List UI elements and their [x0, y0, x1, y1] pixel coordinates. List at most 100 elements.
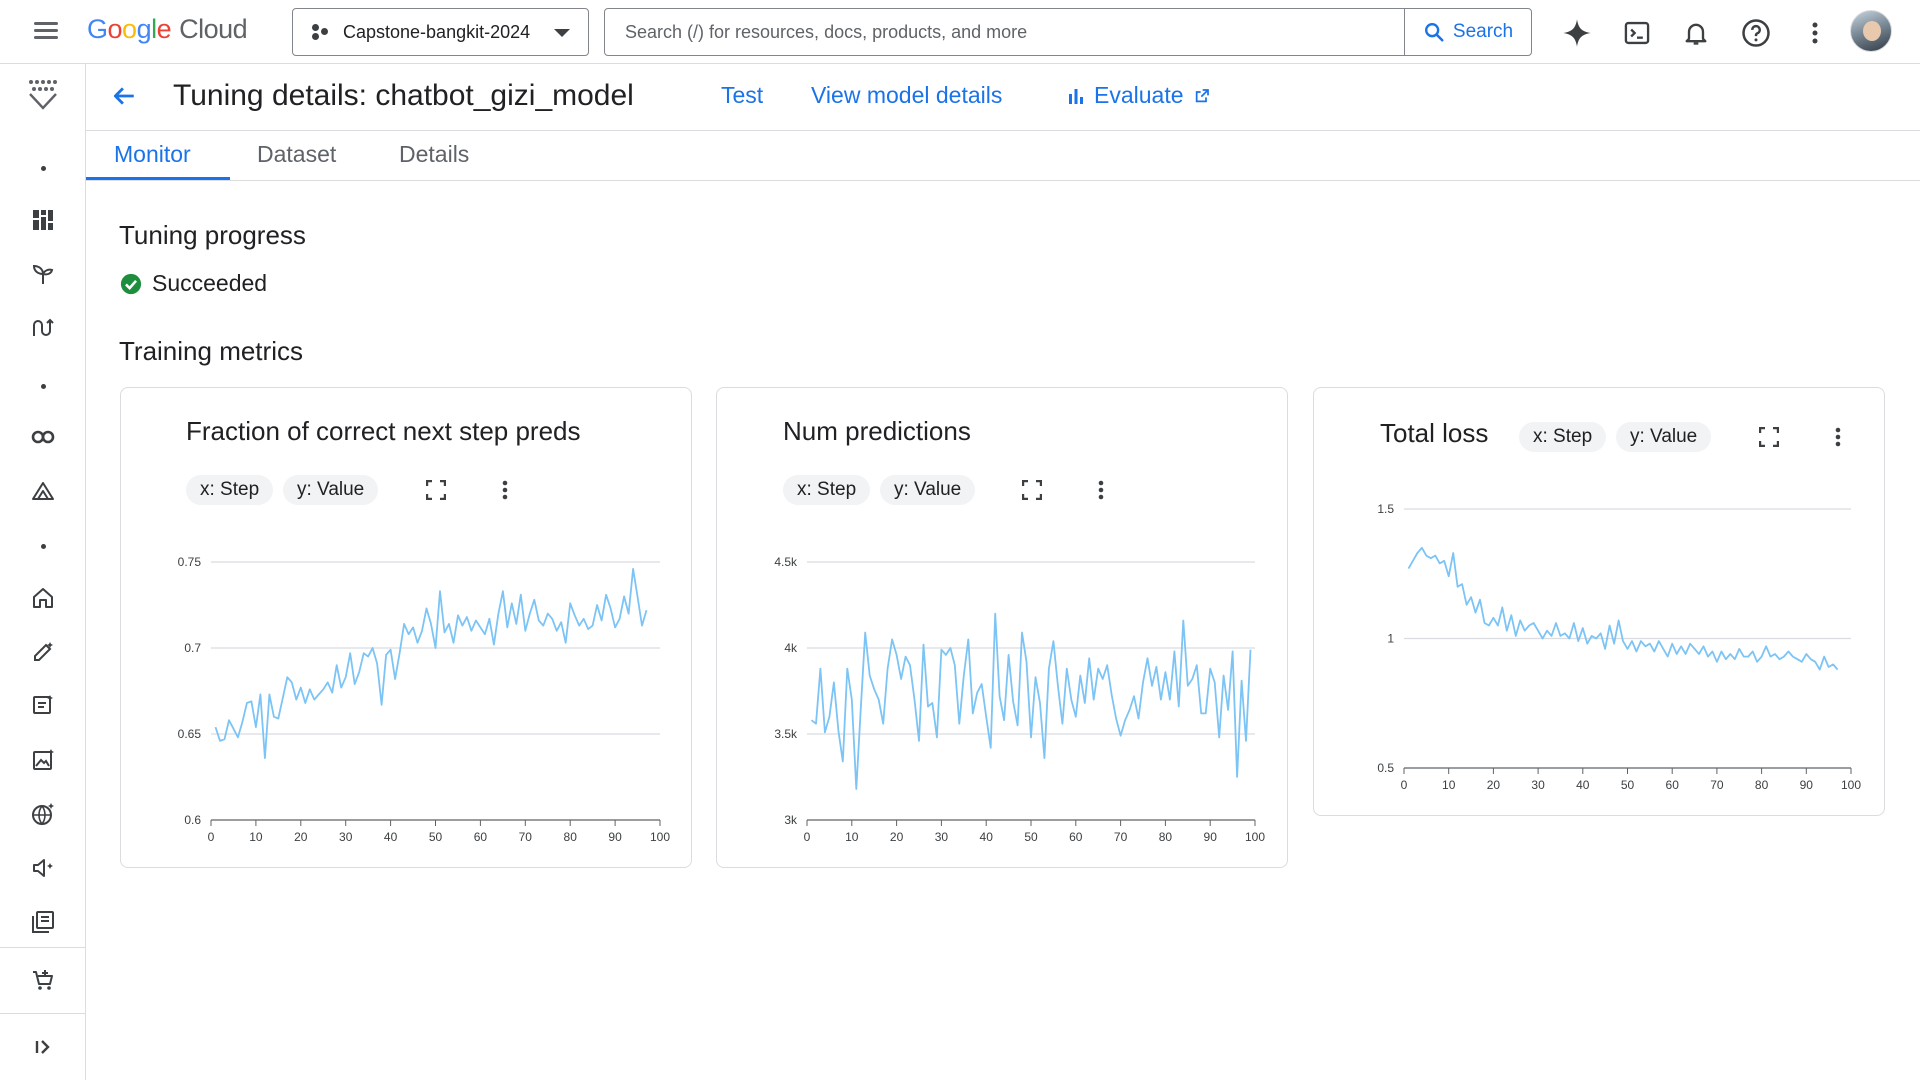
y-tick-label: 3.5k — [774, 727, 798, 741]
series-line — [1407, 546, 1839, 671]
rail-dot — [41, 544, 46, 549]
expand-rail-icon[interactable] — [24, 1028, 62, 1066]
speech-icon[interactable] — [24, 849, 62, 887]
top-bar: Google Cloud Capstone-bangkit-2024 Search — [0, 0, 1920, 64]
tab-details[interactable]: Details — [399, 141, 469, 181]
x-tick-label: 70 — [1710, 778, 1724, 792]
logo-letter: G — [87, 14, 108, 44]
x-tick-label: 0 — [1401, 778, 1408, 792]
model-garden-icon[interactable] — [24, 255, 62, 293]
main-menu-icon[interactable] — [28, 18, 64, 46]
bar-chart-icon — [1069, 88, 1083, 104]
x-tick-label: 30 — [1531, 778, 1545, 792]
x-tick-label: 10 — [845, 830, 859, 844]
header-divider — [86, 130, 1920, 131]
project-name: Capstone-bangkit-2024 — [343, 21, 531, 42]
x-tick-label: 40 — [1576, 778, 1590, 792]
x-tick-label: 80 — [1159, 830, 1173, 844]
help-icon[interactable] — [1736, 13, 1776, 53]
x-tick-label: 20 — [294, 830, 308, 844]
x-tick-label: 40 — [384, 830, 398, 844]
x-tick-label: 20 — [1487, 778, 1501, 792]
status-text: Succeeded — [152, 270, 268, 296]
evaluate-link[interactable]: Evaluate — [1068, 82, 1210, 109]
more-vert-icon[interactable] — [1795, 13, 1835, 53]
x-tick-label: 60 — [474, 830, 488, 844]
gemini-sparkle-icon[interactable] — [1557, 13, 1597, 53]
tabs-divider — [86, 180, 1920, 181]
search-button[interactable]: Search — [1404, 9, 1531, 55]
open-in-new-icon — [1195, 88, 1209, 102]
left-navigation-rail — [0, 64, 86, 1080]
y-tick-label: 1 — [1387, 632, 1394, 646]
x-tick-label: 100 — [1841, 778, 1861, 792]
logo-letter: o — [107, 14, 123, 44]
pipelines-icon[interactable] — [24, 309, 62, 347]
rail-dot — [41, 166, 46, 171]
search-input[interactable] — [605, 9, 1404, 55]
logo-cloud-text: Cloud — [179, 14, 248, 44]
cloud-shell-icon[interactable] — [1617, 13, 1657, 53]
x-tick-label: 70 — [519, 830, 533, 844]
rail-divider — [0, 1013, 86, 1014]
chart-card-num-predictions: Num predictions x: Step y: Value 3k 3.5k 4… — [716, 387, 1288, 868]
logo-letter: e — [156, 14, 172, 44]
prompt-design-icon[interactable] — [24, 633, 62, 671]
series-line — [810, 612, 1252, 790]
x-tick-label: 60 — [1069, 830, 1083, 844]
chart-card-correct-preds: Fraction of correct next step preds x: S… — [120, 387, 692, 868]
x-tick-label: 80 — [564, 830, 578, 844]
x-tick-label: 0 — [804, 830, 811, 844]
x-tick-label: 50 — [1024, 830, 1038, 844]
google-cloud-logo[interactable]: Google Cloud — [87, 14, 248, 45]
marketplace-cart-icon[interactable] — [24, 961, 62, 999]
series-line — [214, 567, 648, 760]
translation-globe-icon[interactable] — [24, 795, 62, 833]
vision-image-icon[interactable] — [24, 741, 62, 779]
x-tick-label: 30 — [339, 830, 353, 844]
y-tick-label: 0.65 — [178, 727, 202, 741]
user-avatar[interactable] — [1850, 10, 1892, 52]
evaluate-label: Evaluate — [1094, 82, 1184, 108]
tab-monitor[interactable]: Monitor — [114, 141, 191, 181]
chart-card-total-loss: Total loss x: Step y: Value 0.5 1 1.5 0 10 20… — [1313, 387, 1885, 816]
chevron-down-icon — [554, 29, 570, 37]
test-link[interactable]: Test — [721, 82, 763, 109]
search-icon — [1424, 23, 1444, 42]
notifications-bell-icon[interactable] — [1676, 13, 1716, 53]
view-model-details-link[interactable]: View model details — [811, 82, 1002, 109]
home-icon[interactable] — [24, 579, 62, 617]
tab-dataset[interactable]: Dataset — [257, 141, 336, 181]
page-title: Tuning details: chatbot_gizi_model — [173, 79, 634, 112]
search-button-label: Search — [1452, 21, 1514, 42]
vertex-ai-logo-icon[interactable] — [24, 76, 62, 114]
x-tick-label: 10 — [249, 830, 263, 844]
chart-plot: 0.6 0.65 0.7 0.75 0 10 20 30 40 50 60 70 80 90 100 — [178, 555, 671, 844]
colab-icon[interactable] — [24, 418, 62, 456]
y-tick-label: 3k — [784, 813, 798, 827]
x-tick-label: 60 — [1666, 778, 1680, 792]
prompt-gallery-icon[interactable] — [24, 903, 62, 941]
y-tick-label: 0.6 — [184, 813, 201, 827]
workbench-icon[interactable] — [24, 472, 62, 510]
logo-google-text: Google — [87, 14, 172, 44]
x-tick-label: 50 — [1621, 778, 1635, 792]
y-tick-label: 0.7 — [184, 641, 201, 655]
x-tick-label: 90 — [1800, 778, 1814, 792]
dashboard-icon[interactable] — [24, 201, 62, 239]
x-tick-label: 20 — [890, 830, 904, 844]
x-tick-label: 90 — [608, 830, 622, 844]
x-tick-label: 10 — [1442, 778, 1456, 792]
y-tick-label: 4k — [784, 641, 798, 655]
tuning-status: Succeeded — [120, 270, 267, 297]
x-tick-label: 100 — [1245, 830, 1265, 844]
tuning-progress-heading: Tuning progress — [119, 220, 306, 250]
back-arrow-icon[interactable] — [108, 80, 140, 112]
search-bar: Search — [604, 8, 1532, 56]
x-tick-label: 40 — [980, 830, 994, 844]
project-selector[interactable]: Capstone-bangkit-2024 — [292, 8, 589, 56]
freeform-prompt-icon[interactable] — [24, 687, 62, 725]
x-tick-label: 0 — [208, 830, 215, 844]
x-tick-label: 50 — [429, 830, 443, 844]
x-tick-label: 90 — [1204, 830, 1218, 844]
